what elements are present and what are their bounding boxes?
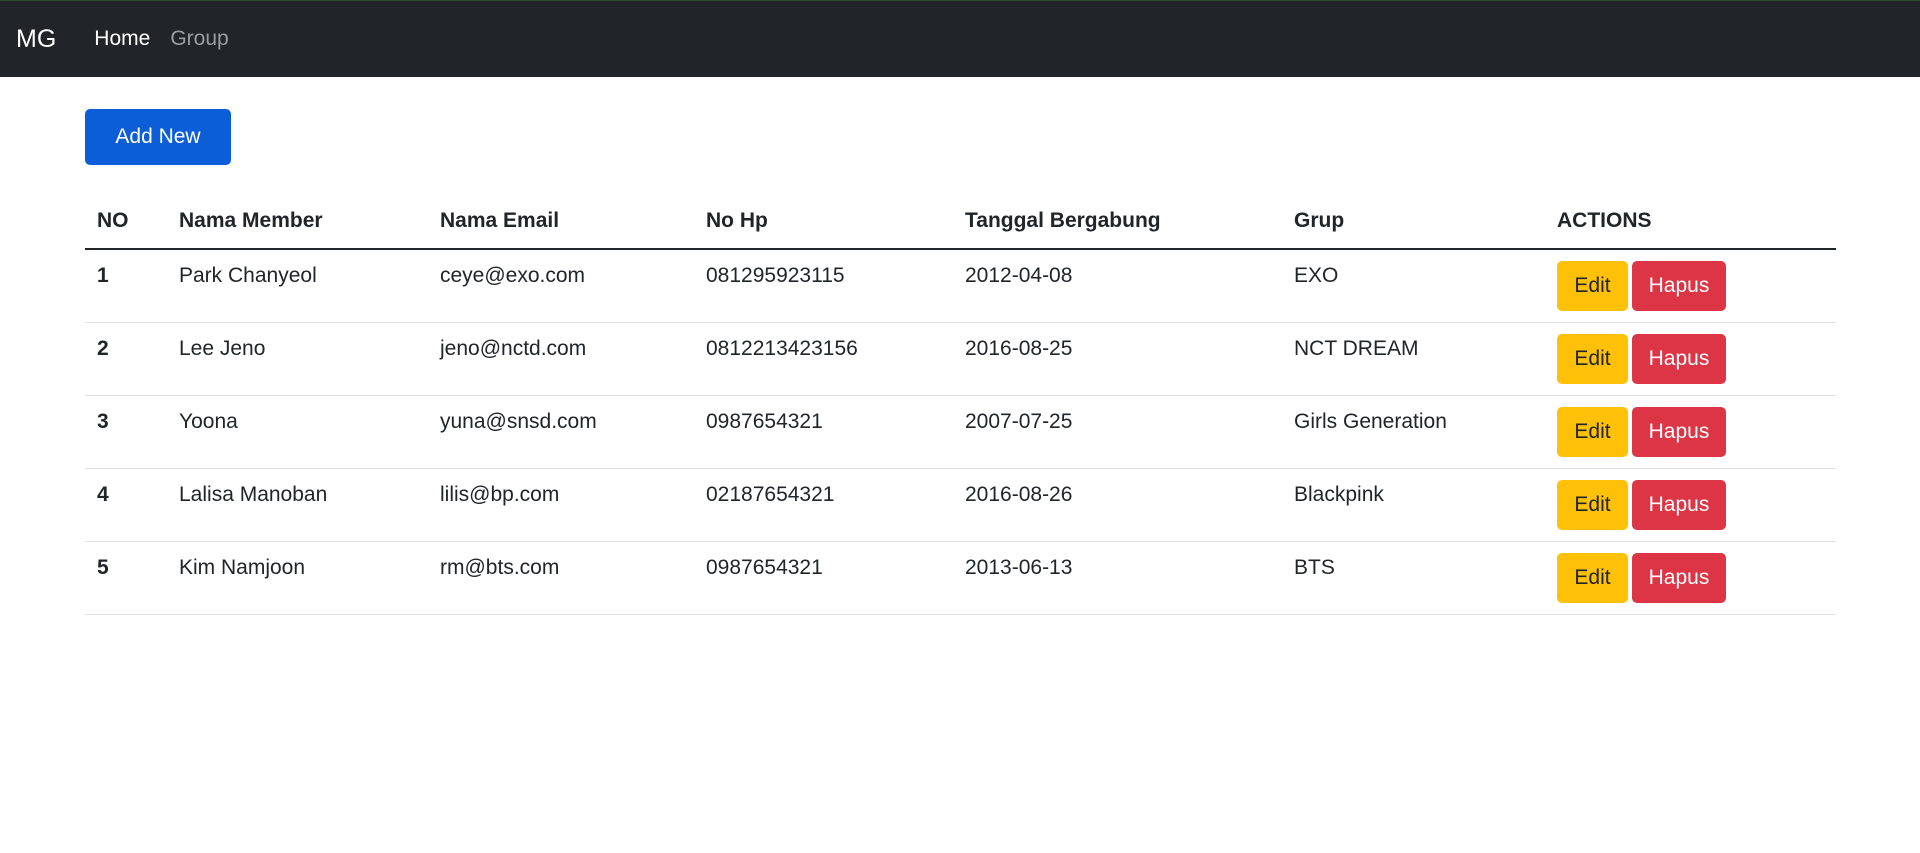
cell-no: 3 — [85, 395, 167, 469]
main-content: Add New NO Nama Member Nama Email No Hp … — [85, 109, 1836, 615]
delete-button[interactable]: Hapus — [1632, 406, 1726, 457]
cell-hp: 0987654321 — [694, 395, 953, 469]
edit-button[interactable]: Edit — [1557, 406, 1628, 457]
cell-name: Lalisa Manoban — [167, 468, 428, 542]
cell-email: lilis@bp.com — [428, 468, 694, 542]
cell-name: Lee Jeno — [167, 322, 428, 396]
header-grup: Grup — [1282, 193, 1545, 250]
delete-button[interactable]: Hapus — [1632, 333, 1726, 384]
nav-link-group[interactable]: Group — [170, 27, 228, 51]
cell-group: BTS — [1282, 541, 1545, 615]
table-row: 3 Yoona yuna@snsd.com 0987654321 2007-07… — [85, 395, 1836, 469]
cell-no: 1 — [85, 249, 167, 323]
cell-date: 2007-07-25 — [953, 395, 1282, 469]
cell-group: Blackpink — [1282, 468, 1545, 542]
members-table: NO Nama Member Nama Email No Hp Tanggal … — [85, 193, 1836, 615]
navbar: MG Home Group — [0, 0, 1920, 77]
cell-date: 2013-06-13 — [953, 541, 1282, 615]
table-row: 5 Kim Namjoon rm@bts.com 0987654321 2013… — [85, 541, 1836, 615]
cell-hp: 081295923115 — [694, 249, 953, 323]
delete-button[interactable]: Hapus — [1632, 552, 1726, 603]
cell-email: jeno@nctd.com — [428, 322, 694, 396]
header-actions: ACTIONS — [1545, 193, 1836, 250]
cell-actions: Edit Hapus — [1545, 468, 1836, 542]
table-row: 2 Lee Jeno jeno@nctd.com 0812213423156 2… — [85, 322, 1836, 396]
cell-group: NCT DREAM — [1282, 322, 1545, 396]
cell-actions: Edit Hapus — [1545, 395, 1836, 469]
table-row: 1 Park Chanyeol ceye@exo.com 08129592311… — [85, 249, 1836, 323]
nav-link-home[interactable]: Home — [94, 27, 150, 51]
table-body: 1 Park Chanyeol ceye@exo.com 08129592311… — [85, 249, 1836, 615]
table-row: 4 Lalisa Manoban lilis@bp.com 0218765432… — [85, 468, 1836, 542]
delete-button[interactable]: Hapus — [1632, 261, 1726, 311]
cell-name: Kim Namjoon — [167, 541, 428, 615]
cell-group: EXO — [1282, 249, 1545, 323]
cell-hp: 0812213423156 — [694, 322, 953, 396]
cell-hp: 02187654321 — [694, 468, 953, 542]
edit-button[interactable]: Edit — [1557, 261, 1628, 311]
edit-button[interactable]: Edit — [1557, 479, 1628, 530]
cell-no: 5 — [85, 541, 167, 615]
cell-hp: 0987654321 — [694, 541, 953, 615]
cell-no: 4 — [85, 468, 167, 542]
add-new-button[interactable]: Add New — [85, 109, 231, 165]
header-nama-member: Nama Member — [167, 193, 428, 250]
cell-email: rm@bts.com — [428, 541, 694, 615]
cell-no: 2 — [85, 322, 167, 396]
header-no: NO — [85, 193, 167, 250]
cell-date: 2012-04-08 — [953, 249, 1282, 323]
header-tanggal-bergabung: Tanggal Bergabung — [953, 193, 1282, 250]
header-no-hp: No Hp — [694, 193, 953, 250]
cell-name: Park Chanyeol — [167, 249, 428, 323]
cell-actions: Edit Hapus — [1545, 322, 1836, 396]
cell-group: Girls Generation — [1282, 395, 1545, 469]
table-header: NO Nama Member Nama Email No Hp Tanggal … — [85, 193, 1836, 250]
edit-button[interactable]: Edit — [1557, 333, 1628, 384]
cell-email: ceye@exo.com — [428, 249, 694, 323]
edit-button[interactable]: Edit — [1557, 552, 1628, 603]
cell-actions: Edit Hapus — [1545, 541, 1836, 615]
table-header-row: NO Nama Member Nama Email No Hp Tanggal … — [85, 193, 1836, 250]
header-nama-email: Nama Email — [428, 193, 694, 250]
delete-button[interactable]: Hapus — [1632, 479, 1726, 530]
brand-logo[interactable]: MG — [16, 25, 56, 54]
cell-actions: Edit Hapus — [1545, 249, 1836, 323]
cell-name: Yoona — [167, 395, 428, 469]
cell-date: 2016-08-26 — [953, 468, 1282, 542]
cell-email: yuna@snsd.com — [428, 395, 694, 469]
cell-date: 2016-08-25 — [953, 322, 1282, 396]
